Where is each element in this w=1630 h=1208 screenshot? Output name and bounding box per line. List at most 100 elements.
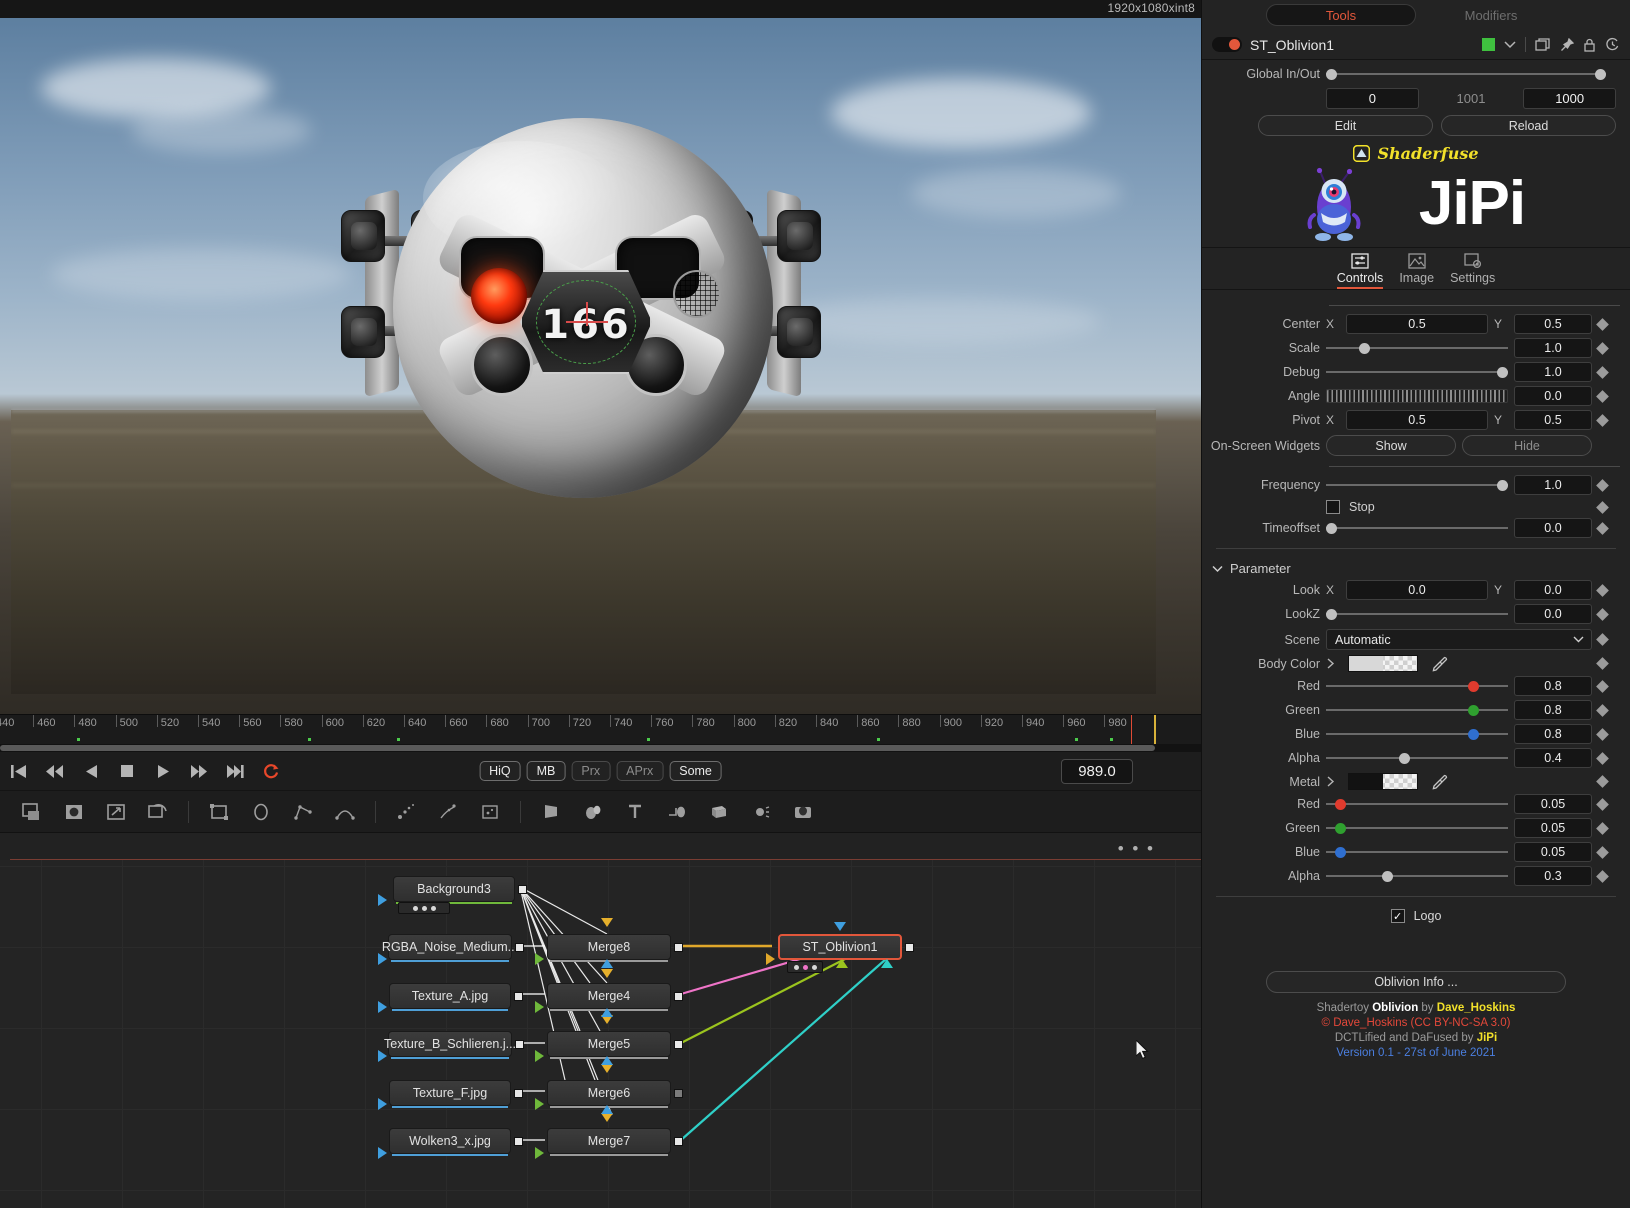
node-output-port[interactable] <box>518 885 527 894</box>
tab-settings[interactable]: Settings <box>1450 253 1495 289</box>
tab-image[interactable]: Image <box>1399 253 1434 289</box>
graph-node[interactable]: Merge4 <box>547 983 671 1011</box>
quality-button-mb[interactable]: MB <box>526 761 566 781</box>
node-thumbnail-strip[interactable] <box>398 902 450 914</box>
node-thumbnail-strip[interactable] <box>787 961 823 973</box>
angle-field[interactable]: 0.0 <box>1514 386 1592 406</box>
resize-icon[interactable] <box>138 795 178 829</box>
metal-green-field[interactable]: 0.05 <box>1514 818 1592 838</box>
global-in-field[interactable]: 0 <box>1326 88 1419 109</box>
loader-icon[interactable] <box>12 795 52 829</box>
node-port-triangle[interactable] <box>601 1105 613 1114</box>
3d-image-plane-icon[interactable] <box>531 795 571 829</box>
oblivion-info-button[interactable]: Oblivion Info ... <box>1266 971 1566 993</box>
node-port-triangle[interactable] <box>601 1113 613 1122</box>
node-output-port[interactable] <box>515 1040 524 1049</box>
node-output-port[interactable] <box>515 943 524 952</box>
scene-keyframe-icon[interactable] <box>1596 633 1609 646</box>
body-red-keyframe-icon[interactable] <box>1596 679 1609 693</box>
timeline-ruler[interactable]: 440 460 480 500 520 540 560 580 600 620 640 660 680 7… <box>0 714 1201 744</box>
body-blue-slider[interactable] <box>1326 724 1508 744</box>
rewind-button[interactable] <box>42 759 68 783</box>
tab-tools[interactable]: Tools <box>1266 4 1416 26</box>
keyframe-marker[interactable] <box>397 738 400 741</box>
chevron-right-icon[interactable] <box>1326 658 1335 669</box>
graph-node[interactable]: RGBA_Noise_Medium... <box>382 934 518 962</box>
scale-knob[interactable] <box>1358 342 1370 354</box>
keyframe-marker[interactable] <box>77 738 80 741</box>
quality-button-prx[interactable]: Prx <box>571 761 611 781</box>
chevron-down-icon[interactable] <box>1504 40 1516 49</box>
eyedropper-icon[interactable] <box>1432 774 1448 790</box>
polygon-mask-icon[interactable] <box>283 795 323 829</box>
node-input-port[interactable] <box>378 1050 387 1062</box>
body-blue-field[interactable]: 0.8 <box>1514 724 1592 744</box>
node-output-port[interactable] <box>905 943 914 952</box>
graph-node[interactable]: Merge8 <box>547 934 671 962</box>
metal-red-knob[interactable] <box>1335 798 1347 810</box>
node-input-port[interactable] <box>378 1147 387 1159</box>
metal-color-swatch[interactable] <box>1348 773 1418 790</box>
body-alpha-knob[interactable] <box>1398 752 1410 764</box>
node-output-port[interactable] <box>674 1040 683 1049</box>
body-alpha-field[interactable]: 0.4 <box>1514 748 1592 768</box>
skip-start-button[interactable] <box>6 759 32 783</box>
keyframe-marker[interactable] <box>647 738 650 741</box>
skip-end-button[interactable] <box>222 759 248 783</box>
graph-node[interactable]: ST_Oblivion1 <box>778 934 902 960</box>
center-keyframe-icon[interactable] <box>1596 317 1609 331</box>
timeoffset-slider[interactable] <box>1326 518 1508 538</box>
eyedropper-icon[interactable] <box>1432 656 1448 672</box>
pin-icon[interactable] <box>1560 37 1574 52</box>
render-range-marker[interactable] <box>1154 715 1156 744</box>
node-port-triangle[interactable] <box>881 959 893 968</box>
scene-select[interactable]: Automatic <box>1326 629 1592 650</box>
transform-icon[interactable] <box>96 795 136 829</box>
logo-checkbox[interactable]: ✓ <box>1390 909 1405 923</box>
timeline-scrollbar[interactable] <box>0 744 1201 752</box>
tool-enable-toggle[interactable] <box>1212 37 1242 52</box>
node-input-port[interactable] <box>378 1098 387 1110</box>
global-out-knob[interactable] <box>1595 68 1606 80</box>
node-output-port[interactable] <box>674 1137 683 1146</box>
body-green-knob[interactable] <box>1467 704 1479 716</box>
flow-overflow-menu-icon[interactable]: • • • <box>1118 839 1155 859</box>
stop-button[interactable] <box>114 759 140 783</box>
body-color-keyframe-icon[interactable] <box>1596 657 1609 670</box>
lookz-keyframe-icon[interactable] <box>1596 607 1609 621</box>
particle-render-icon[interactable] <box>470 795 510 829</box>
node-port-triangle[interactable] <box>601 1008 613 1017</box>
rectangle-mask-icon[interactable] <box>199 795 239 829</box>
body-blue-knob[interactable] <box>1467 728 1479 740</box>
lock-icon[interactable] <box>1583 38 1596 52</box>
3d-merge-icon[interactable] <box>657 795 697 829</box>
debug-field[interactable]: 1.0 <box>1514 362 1592 382</box>
lookz-knob[interactable] <box>1326 608 1337 620</box>
graph-node[interactable]: Wolken3_x.jpg <box>389 1128 511 1156</box>
3d-renderer-icon[interactable] <box>783 795 823 829</box>
metal-red-slider[interactable] <box>1326 794 1508 814</box>
body-red-field[interactable]: 0.8 <box>1514 676 1592 696</box>
3d-shape-icon[interactable] <box>573 795 613 829</box>
node-port-triangle[interactable] <box>836 959 848 968</box>
timeoffset-keyframe-icon[interactable] <box>1596 521 1609 535</box>
quality-button-aprx[interactable]: APrx <box>616 761 664 781</box>
body-alpha-keyframe-icon[interactable] <box>1596 751 1609 765</box>
metal-alpha-slider[interactable] <box>1326 866 1508 886</box>
metal-green-slider[interactable] <box>1326 818 1508 838</box>
graph-node[interactable]: Merge7 <box>547 1128 671 1156</box>
keyframe-marker[interactable] <box>877 738 880 741</box>
metal-red-field[interactable]: 0.05 <box>1514 794 1592 814</box>
graph-node[interactable]: Texture_F.jpg <box>389 1080 511 1108</box>
metal-blue-knob[interactable] <box>1335 846 1347 858</box>
metal-alpha-keyframe-icon[interactable] <box>1596 869 1609 883</box>
node-port-triangle[interactable] <box>601 918 613 927</box>
ellipse-mask-icon[interactable] <box>241 795 281 829</box>
look-y-field[interactable]: 0.0 <box>1514 580 1592 600</box>
3d-camera-icon[interactable] <box>699 795 739 829</box>
graph-node[interactable]: Background3 <box>393 876 515 904</box>
playhead[interactable] <box>1131 715 1132 744</box>
center-y-field[interactable]: 0.5 <box>1514 314 1592 334</box>
play-button[interactable] <box>150 759 176 783</box>
quality-button-some[interactable]: Some <box>669 761 722 781</box>
